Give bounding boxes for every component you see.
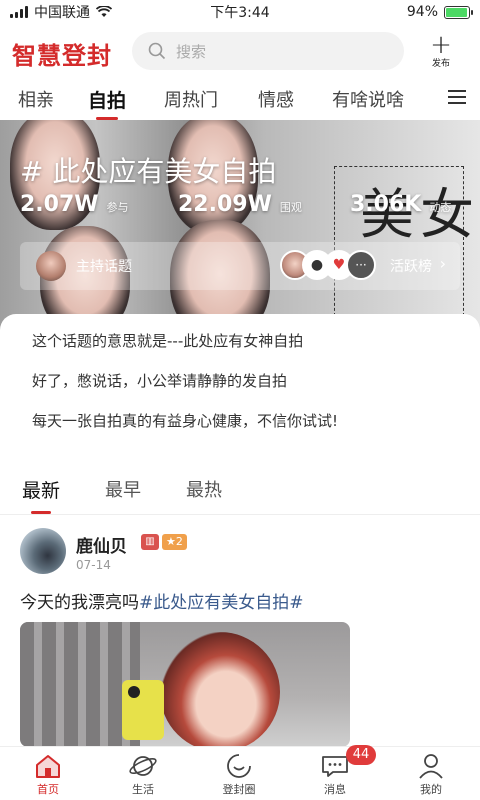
publish-button[interactable]: + 发布 [426,30,456,69]
wifi-icon [96,6,112,17]
sort-tab-newest[interactable]: 最新 [22,476,60,514]
stat-participants: 2.07W 参与 [20,192,129,217]
host-bar[interactable]: 主持话题 ● ♥ ··· 活跃榜 › [20,242,460,290]
smile-icon [227,754,251,778]
level-badge: ★2 [162,534,187,550]
description-line: 这个话题的意思就是---此处应有女神自拍 [32,332,304,350]
chevron-right-icon[interactable]: › [440,254,446,273]
description-line: 好了，憋说话，小公举请静静的发自拍 [32,372,288,390]
signal-icon [10,6,28,18]
stat-views: 22.09W 围观 [178,192,302,217]
plus-icon: + [430,30,452,60]
app-logo: 智慧登封 [12,42,112,70]
home-icon [36,755,60,778]
category-tabs: 相亲 自拍 周热门 情感 有啥说啥 [0,80,480,120]
search-box[interactable]: 搜索 [132,32,404,70]
person-icon [419,754,443,779]
nav-life[interactable]: 生活 [111,751,175,797]
sort-tab-oldest[interactable]: 最早 [105,476,141,502]
tab-qinggan[interactable]: 情感 [258,86,294,112]
nav-label: 首页 [37,783,59,796]
active-avatars[interactable]: ● ♥ ··· [280,250,376,280]
search-placeholder: 搜索 [176,42,207,61]
topic-banner: 美 女 # 此处应有美女自拍 2.07W 参与 22.09W 围观 3.06K 动态 … [0,120,480,330]
tab-zhouremen[interactable]: 周热门 [164,86,218,112]
description-line: 每天一张自拍真的有益身心健康，不信你试试! [32,412,339,430]
post-text: 今天的我漂亮吗#此处应有美女自拍# [20,588,304,613]
topic-title: # 此处应有美女自拍 [20,155,277,188]
nav-label: 消息 [324,783,346,796]
post-body: 今天的我漂亮吗 [20,593,139,613]
more-icon: ··· [346,250,376,280]
menu-icon[interactable] [448,90,466,104]
post-image[interactable] [20,622,350,747]
nav-label: 我的 [420,783,442,796]
planet-icon [129,756,157,776]
nav-label: 生活 [132,783,154,796]
active-ranking-label[interactable]: 活跃榜 [390,256,432,276]
host-label: 主持话题 [76,259,132,275]
post-card[interactable]: 鹿仙贝 ▥ ★2 07-14 今天的我漂亮吗#此处应有美女自拍# [0,522,480,747]
author-avatar[interactable] [20,528,66,574]
post-hashtag[interactable]: #此处应有美女自拍# [139,593,304,613]
nav-label: 登封圈 [222,783,256,796]
app-header: 智慧登封 搜索 + 发布 [0,28,480,76]
nav-home[interactable]: 首页 [16,751,80,797]
author-name[interactable]: 鹿仙贝 [76,532,127,557]
status-bar: 中国联通 下午3:44 94% [0,0,480,24]
vip-badge-icon: ▥ [141,534,159,550]
sort-tabs: 最新 最早 最热 [0,472,480,514]
tab-zipai[interactable]: 自拍 [88,86,126,120]
carrier-label: 中国联通 [34,5,90,21]
battery-icon [444,5,473,19]
topic-stats: 2.07W 参与 22.09W 围观 3.06K 动态 [20,192,451,217]
bottom-nav: 首页 生活 登封圈 消息 44 我的 [0,745,480,800]
tab-xiangqin[interactable]: 相亲 [18,86,54,112]
stat-posts: 3.06K 动态 [350,192,452,217]
nav-circle[interactable]: 登封圈 [207,751,271,797]
search-icon [148,42,166,60]
tab-youshashuosha[interactable]: 有啥说啥 [332,86,404,112]
sort-tab-hottest[interactable]: 最热 [186,476,222,502]
post-date: 07-14 [76,558,111,572]
topic-description: 这个话题的意思就是---此处应有女神自拍 好了，憋说话，小公举请静静的发自拍 每… [0,314,480,454]
nav-profile[interactable]: 我的 [399,751,463,797]
message-count-badge: 44 [346,745,376,765]
divider [0,514,480,515]
host-avatar[interactable] [36,251,66,281]
battery-percent: 94% [406,4,438,20]
